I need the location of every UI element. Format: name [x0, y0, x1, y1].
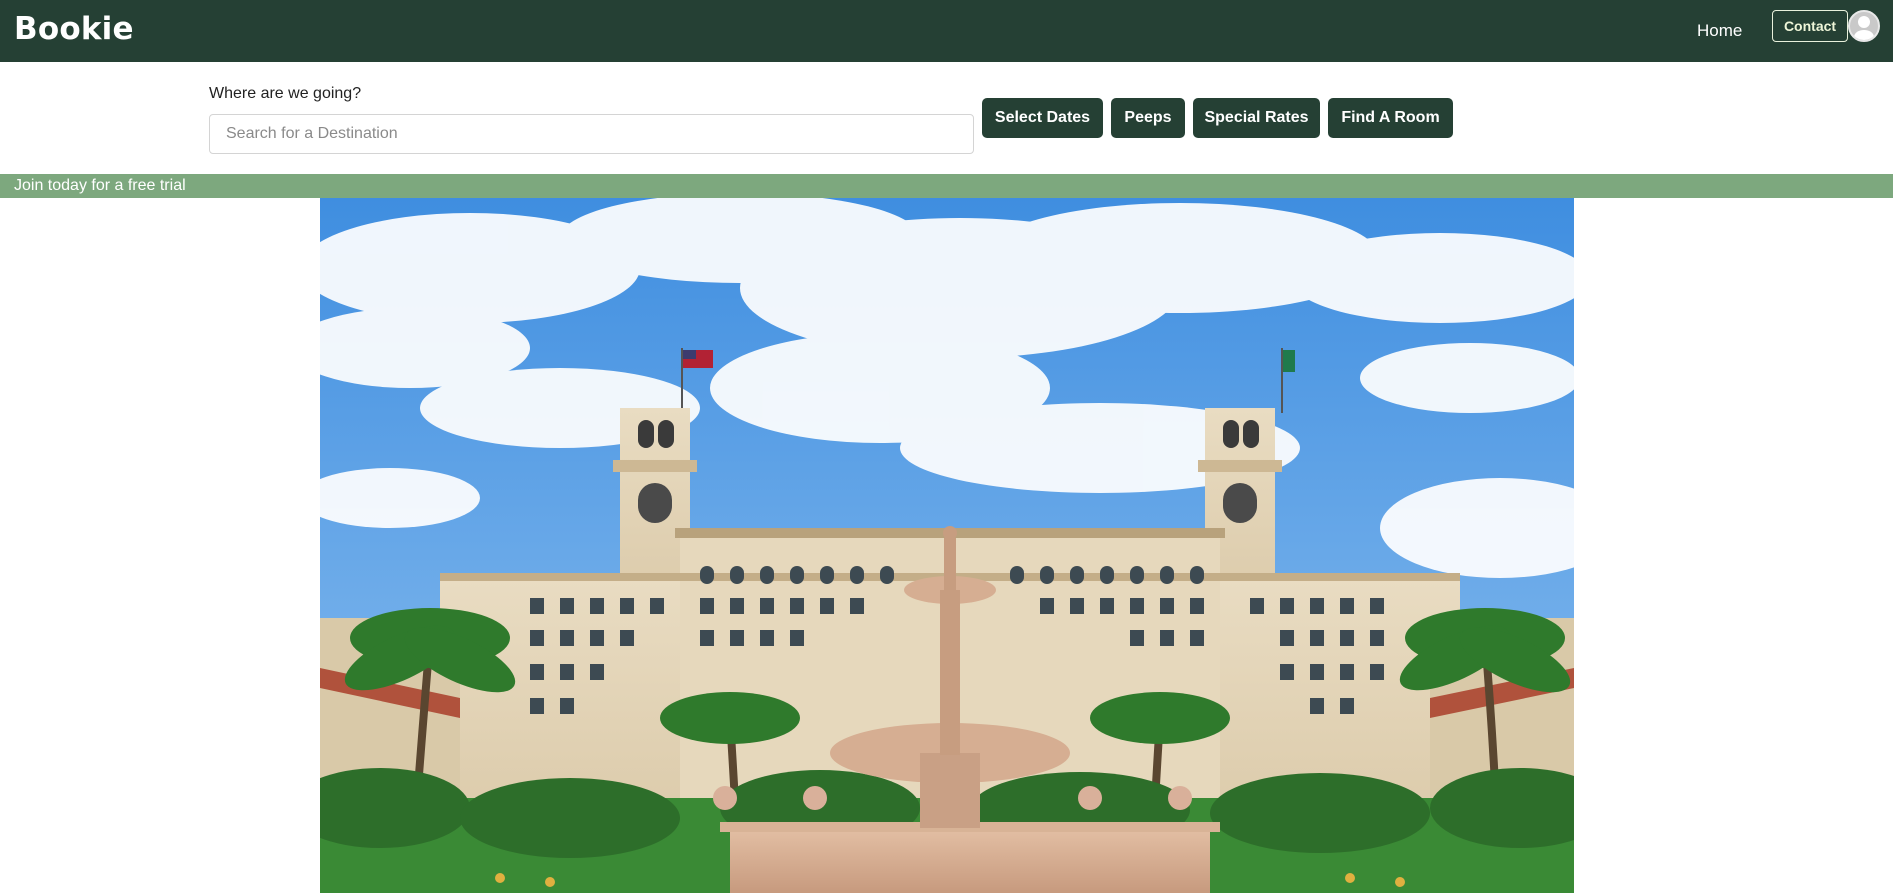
special-rates-button[interactable]: Special Rates — [1193, 98, 1320, 138]
search-label: Where are we going? — [209, 85, 362, 102]
contact-button[interactable]: Contact — [1772, 10, 1848, 42]
select-dates-button[interactable]: Select Dates — [982, 98, 1103, 138]
brand-logo[interactable]: Bookie — [14, 11, 134, 47]
find-room-button[interactable]: Find A Room — [1328, 98, 1453, 138]
promo-banner[interactable]: Join today for a free trial — [0, 174, 1893, 198]
user-avatar-icon[interactable] — [1848, 10, 1880, 42]
navbar: Bookie Home Contact — [0, 0, 1893, 62]
nav-home-link[interactable]: Home — [1697, 21, 1742, 41]
hero-hotel-image — [320, 198, 1574, 893]
peeps-button[interactable]: Peeps — [1111, 98, 1185, 138]
destination-search-input[interactable] — [209, 114, 974, 154]
